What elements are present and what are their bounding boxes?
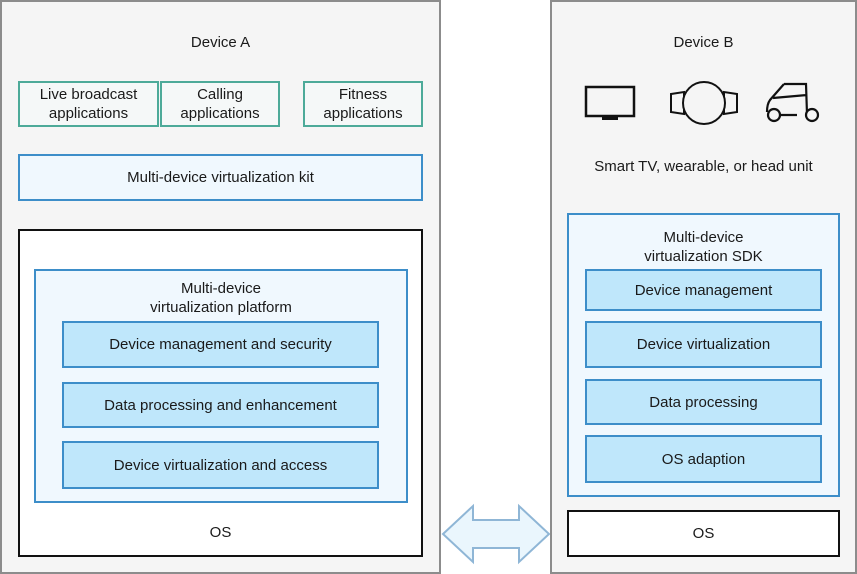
module-label: Data processing and enhancement: [104, 396, 337, 414]
device-a-os-label: OS: [209, 523, 232, 541]
live-broadcast-apps-box: Live broadcast applications: [18, 81, 159, 127]
device-b-title: Device B: [673, 33, 734, 51]
virtualization-platform-title: Multi-device virtualization platform: [34, 279, 408, 317]
virtualization-sdk-title: Multi-device virtualization SDK: [567, 228, 840, 266]
live-broadcast-apps-label: Live broadcast applications: [39, 86, 138, 122]
virtualization-kit-label: Multi-device virtualization kit: [127, 169, 314, 186]
arrow-shape: [441, 503, 551, 565]
module-label: Data processing: [649, 393, 758, 411]
platform-title-line2: virtualization platform: [150, 299, 292, 316]
module-label: Device virtualization: [636, 336, 771, 353]
platform-module-device-management-security: Device management and security: [62, 321, 379, 368]
calling-apps-label: Calling applications: [180, 86, 260, 122]
virtualization-kit-box: Multi-device virtualization kit: [18, 154, 423, 201]
platform-module-device-virtualization-access: Device virtualization and access: [62, 441, 379, 489]
wearable-icon: [670, 81, 738, 125]
sdk-module-device-virtualization: Device virtualization: [585, 321, 822, 368]
sdk-module-data-processing: Data processing: [585, 379, 822, 425]
device-a-title: Device A: [190, 33, 251, 51]
calling-apps-box: Calling applications: [160, 81, 280, 127]
module-label: Device virtualization and access: [113, 456, 328, 474]
module-label: OS adaption: [661, 450, 746, 468]
device-b-os-box: OS: [567, 510, 840, 557]
fitness-apps-box: Fitness applications: [303, 81, 423, 127]
module-label: Device management: [634, 281, 773, 299]
platform-module-data-processing-enhancement: Data processing and enhancement: [62, 382, 379, 428]
sdk-title-line2: virtualization SDK: [644, 248, 763, 265]
sdk-title-line1: Multi-device: [663, 229, 744, 246]
device-b-caption: Smart TV, wearable, or head unit: [594, 157, 813, 175]
car-icon: [765, 82, 820, 123]
module-label: Device management and security: [109, 336, 332, 353]
sdk-module-device-management: Device management: [585, 269, 822, 311]
device-b-os-label: OS: [692, 525, 715, 542]
bidirectional-arrow-icon: [441, 503, 551, 565]
platform-title-line1: Multi-device: [180, 280, 262, 297]
tv-icon: [584, 85, 636, 120]
sdk-module-os-adaption: OS adaption: [585, 435, 822, 483]
fitness-apps-label: Fitness applications: [323, 86, 403, 122]
